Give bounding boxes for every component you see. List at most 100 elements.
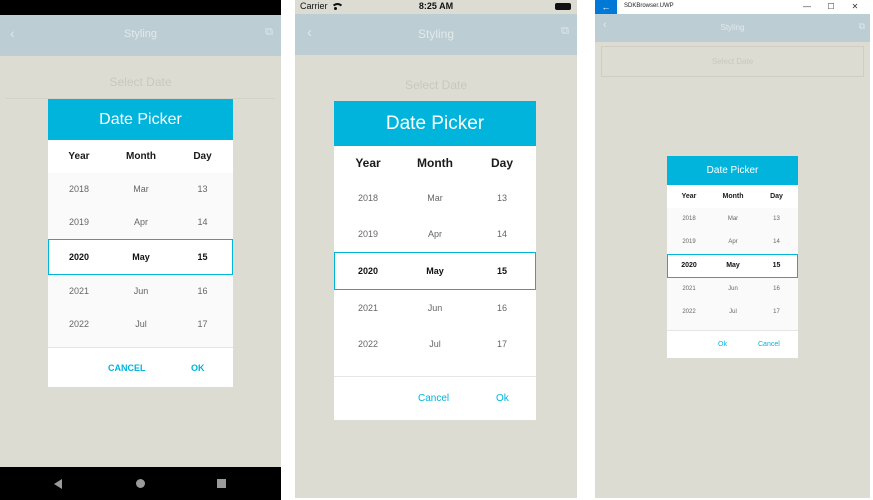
- year-item[interactable]: 2022: [48, 308, 110, 341]
- day-item[interactable]: 14: [468, 216, 536, 252]
- day-item-selected[interactable]: 15: [755, 254, 798, 278]
- year-item[interactable]: 2021: [48, 275, 110, 308]
- day-item-selected[interactable]: 15: [468, 252, 536, 290]
- external-link-icon[interactable]: ⧉: [859, 21, 865, 32]
- app-title: SDKBrowser.UWP: [624, 3, 674, 9]
- column-headers: Year Month Day: [667, 185, 798, 208]
- month-item[interactable]: Apr: [110, 206, 172, 239]
- month-item[interactable]: Jun: [711, 278, 755, 301]
- month-item[interactable]: Jul: [110, 308, 172, 341]
- year-item[interactable]: 2022: [334, 326, 402, 362]
- dialog-title: Date Picker: [667, 156, 798, 185]
- navigation-bar: ‹ Styling ⧉: [0, 15, 281, 56]
- day-item[interactable]: 16: [755, 278, 798, 301]
- day-item[interactable]: 17: [755, 301, 798, 324]
- cancel-button[interactable]: Cancel: [418, 377, 449, 421]
- month-item[interactable]: Apr: [402, 216, 468, 252]
- date-picker-dialog: Date Picker Year Month Day 2018 Mar 13 2…: [48, 99, 233, 387]
- dialog-title: Date Picker: [334, 101, 536, 146]
- system-navigation-bar: [0, 467, 281, 500]
- selected-picker-row[interactable]: 2020 May 15: [667, 254, 798, 278]
- ok-button[interactable]: Ok: [496, 377, 509, 421]
- picker-row[interactable]: 2022 Jul 17: [334, 326, 536, 362]
- external-link-icon[interactable]: ⧉: [561, 25, 569, 38]
- maximize-icon[interactable]: ☐: [820, 0, 842, 14]
- ok-button[interactable]: OK: [191, 348, 205, 388]
- year-item[interactable]: 2018: [334, 180, 402, 216]
- column-header-month: Month: [126, 151, 156, 162]
- navigation-bar: ‹ Styling ⧉: [595, 14, 870, 42]
- day-item[interactable]: 17: [172, 308, 233, 341]
- month-item[interactable]: Mar: [711, 208, 755, 231]
- day-item[interactable]: 13: [755, 208, 798, 231]
- selected-picker-row[interactable]: 2020 May 15: [334, 252, 536, 290]
- day-item[interactable]: 16: [172, 275, 233, 308]
- day-item[interactable]: 13: [468, 180, 536, 216]
- picker-row[interactable]: 2018 Mar 13: [667, 208, 798, 231]
- day-item[interactable]: 14: [172, 206, 233, 239]
- picker-row[interactable]: 2021 Jun 16: [334, 290, 536, 326]
- dialog-title: Date Picker: [48, 99, 233, 140]
- day-item[interactable]: 14: [755, 231, 798, 254]
- day-item[interactable]: 17: [468, 326, 536, 362]
- picker-row[interactable]: 2019 Apr 14: [334, 216, 536, 252]
- column-header-day: Day: [490, 156, 513, 170]
- ios-screen: Carrier 8:25 AM ‹ Styling ⧉ Select Date …: [295, 0, 577, 498]
- month-item[interactable]: Jul: [402, 326, 468, 362]
- picker-row[interactable]: 2019 Apr 14: [48, 206, 233, 239]
- picker-row[interactable]: 2022 Jul 17: [667, 301, 798, 324]
- back-triangle-icon[interactable]: [54, 479, 62, 489]
- picker-row[interactable]: 2018 Mar 13: [334, 180, 536, 216]
- year-item[interactable]: 2022: [667, 301, 711, 324]
- select-date-button[interactable]: Select Date: [0, 75, 281, 89]
- uwp-screen: ← SDKBrowser.UWP — ☐ ✕ ‹ Styling ⧉ Selec…: [595, 0, 870, 498]
- minimize-icon[interactable]: —: [796, 0, 818, 14]
- month-item[interactable]: Jul: [711, 301, 755, 324]
- year-item[interactable]: 2018: [48, 173, 110, 206]
- select-date-button[interactable]: Select Date: [601, 46, 864, 77]
- back-arrow-icon[interactable]: ←: [595, 0, 617, 14]
- month-item[interactable]: Jun: [402, 290, 468, 326]
- selected-picker-row[interactable]: 2020 May 15: [48, 239, 233, 275]
- year-item-selected[interactable]: 2020: [667, 254, 711, 278]
- day-item[interactable]: 16: [468, 290, 536, 326]
- picker-row[interactable]: 2021 Jun 16: [667, 278, 798, 301]
- year-item[interactable]: 2021: [667, 278, 711, 301]
- external-link-icon[interactable]: ⧉: [265, 26, 273, 39]
- day-item[interactable]: 13: [172, 173, 233, 206]
- page-title: Styling: [417, 27, 455, 41]
- select-date-button[interactable]: Select Date: [295, 78, 577, 92]
- android-screen: ‹ Styling ⧉ Select Date Date Picker Year…: [0, 0, 281, 500]
- month-item[interactable]: Apr: [711, 231, 755, 254]
- year-item-selected[interactable]: 2020: [48, 239, 110, 275]
- home-circle-icon[interactable]: [136, 479, 145, 488]
- year-item[interactable]: 2019: [334, 216, 402, 252]
- dialog-footer: Cancel Ok: [334, 376, 536, 420]
- year-item[interactable]: 2019: [667, 231, 711, 254]
- picker-row[interactable]: 2021 Jun 16: [48, 275, 233, 308]
- picker-row[interactable]: 2019 Apr 14: [667, 231, 798, 254]
- year-item-selected[interactable]: 2020: [334, 252, 402, 290]
- cancel-button[interactable]: Cancel: [758, 331, 780, 359]
- picker-row[interactable]: 2022 Jul 17: [48, 308, 233, 341]
- picker-row[interactable]: 2018 Mar 13: [48, 173, 233, 206]
- list-padding: [334, 362, 536, 376]
- page-title: Styling: [123, 28, 158, 40]
- dialog-footer: Ok Cancel: [667, 330, 798, 358]
- day-item-selected[interactable]: 15: [172, 239, 233, 275]
- month-item-selected[interactable]: May: [110, 239, 172, 275]
- year-item[interactable]: 2021: [334, 290, 402, 326]
- month-item[interactable]: Mar: [402, 180, 468, 216]
- month-item-selected[interactable]: May: [402, 252, 468, 290]
- battery-icon: [555, 3, 571, 10]
- year-item[interactable]: 2019: [48, 206, 110, 239]
- year-item[interactable]: 2018: [667, 208, 711, 231]
- cancel-button[interactable]: CANCEL: [108, 348, 146, 388]
- month-item[interactable]: Jun: [110, 275, 172, 308]
- month-item[interactable]: Mar: [110, 173, 172, 206]
- recents-square-icon[interactable]: [217, 479, 226, 488]
- close-icon[interactable]: ✕: [844, 0, 866, 14]
- ok-button[interactable]: Ok: [718, 331, 727, 359]
- date-picker-dialog: Date Picker Year Month Day 2018 Mar 13 2…: [334, 101, 536, 420]
- month-item-selected[interactable]: May: [711, 254, 755, 278]
